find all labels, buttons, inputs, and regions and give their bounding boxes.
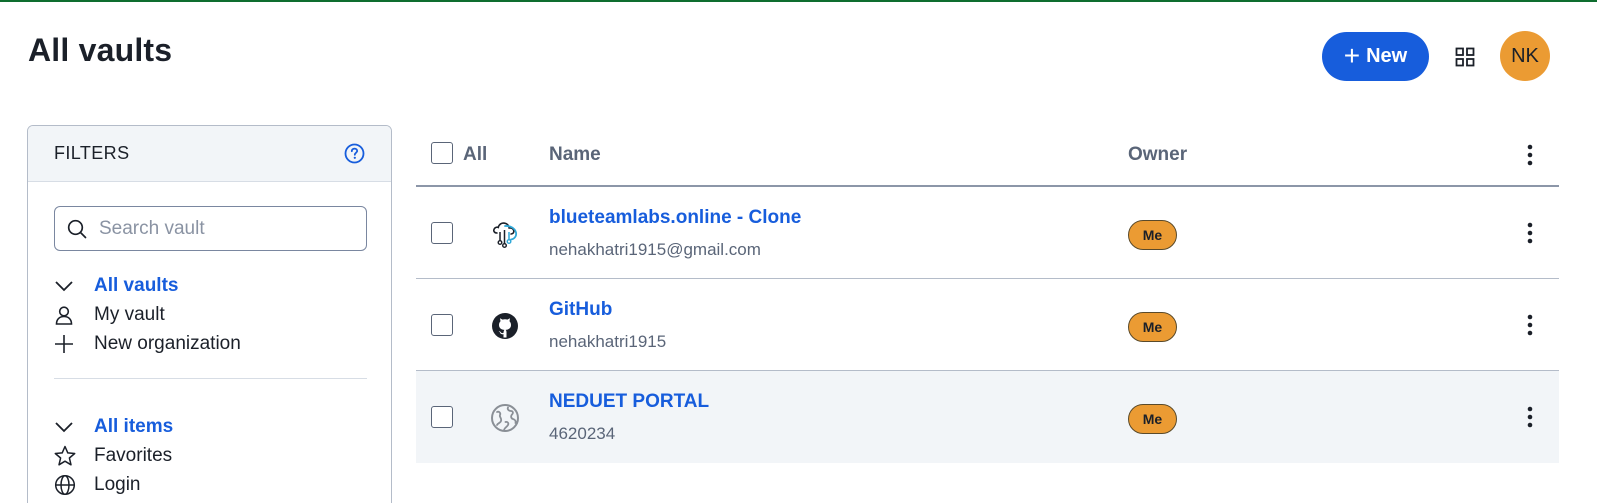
search-icon	[67, 219, 87, 238]
item-username: 4620234	[549, 424, 616, 443]
column-header-name[interactable]: Name	[549, 144, 601, 166]
row-checkbox[interactable]	[431, 314, 453, 341]
row-checkbox[interactable]	[431, 222, 453, 249]
vault-items-table: All Name Owner blueteamlabs.online - Clo…	[416, 125, 1559, 463]
row-options-button[interactable]	[1520, 310, 1540, 340]
item-name-link[interactable]: NEDUET PORTAL	[549, 391, 709, 413]
row-options-button[interactable]	[1520, 402, 1540, 432]
new-button-label: New	[1366, 45, 1408, 67]
tree-item-all-vaults[interactable]: All vaults	[54, 271, 374, 300]
table-header: All Name Owner	[416, 125, 1559, 187]
tree-item-favorites[interactable]: Favorites	[54, 441, 374, 470]
plus-icon	[54, 329, 80, 358]
new-button[interactable]: + New	[1322, 32, 1429, 81]
tree-item-new-organization[interactable]: New organization	[54, 329, 374, 358]
tree-item-label: My vault	[94, 303, 165, 325]
globe-icon	[54, 470, 80, 499]
row-checkbox[interactable]	[431, 406, 453, 433]
table-row[interactable]: NEDUET PORTAL 4620234 Me	[416, 371, 1559, 463]
column-header-all[interactable]: All	[463, 144, 487, 166]
item-name-link[interactable]: blueteamlabs.online - Clone	[549, 207, 801, 229]
column-header-owner[interactable]: Owner	[1128, 144, 1187, 166]
tree-item-all-items[interactable]: All items	[54, 412, 374, 441]
tree-item-label: Login	[94, 473, 141, 495]
chevron-down-icon[interactable]	[54, 412, 80, 441]
item-username: nehakhatri1915@gmail.com	[549, 240, 761, 259]
type-filter-tree: All items Favorites Login	[54, 412, 374, 499]
vault-filter-tree: All vaults My vault New organization	[54, 271, 374, 358]
owner-badge: Me	[1128, 220, 1177, 250]
tree-item-my-vault[interactable]: My vault	[54, 300, 374, 329]
tree-item-label: Favorites	[94, 444, 173, 466]
row-options-button[interactable]	[1520, 218, 1540, 248]
tree-item-label: All vaults	[94, 274, 179, 296]
item-username: nehakhatri1915	[549, 332, 667, 351]
grid-icon	[1455, 47, 1475, 67]
item-name-link[interactable]: GitHub	[549, 299, 612, 321]
filters-panel: FILTERS All vaults My vault	[27, 125, 392, 503]
tree-item-label: All items	[94, 415, 174, 437]
star-icon	[54, 441, 80, 470]
avatar[interactable]: NK	[1500, 31, 1550, 81]
top-accent-line	[0, 0, 1597, 2]
globe-icon	[488, 401, 522, 435]
site-favicon-icon	[488, 217, 522, 251]
search-field[interactable]	[54, 206, 367, 251]
kebab-menu-icon	[1527, 144, 1533, 166]
kebab-menu-icon	[1527, 314, 1533, 336]
tree-item-login[interactable]: Login	[54, 470, 374, 499]
table-row[interactable]: GitHub nehakhatri1915 Me	[416, 279, 1559, 371]
kebab-menu-icon	[1527, 222, 1533, 244]
table-row[interactable]: blueteamlabs.online - Clone nehakhatri19…	[416, 187, 1559, 279]
owner-badge: Me	[1128, 312, 1177, 342]
owner-badge: Me	[1128, 404, 1177, 434]
page-title: All vaults	[28, 32, 173, 68]
user-icon	[54, 300, 80, 329]
github-icon	[488, 309, 522, 343]
product-switcher-button[interactable]	[1451, 43, 1479, 71]
filters-title: FILTERS	[54, 143, 130, 163]
bulk-options-button[interactable]	[1520, 140, 1540, 170]
chevron-down-icon[interactable]	[54, 271, 80, 300]
filters-header: FILTERS	[28, 126, 391, 182]
filters-divider	[54, 378, 367, 379]
select-all-checkbox[interactable]	[431, 141, 453, 169]
help-button[interactable]	[343, 143, 365, 165]
search-input[interactable]	[99, 217, 349, 240]
tree-item-label: New organization	[94, 332, 241, 354]
plus-icon: +	[1343, 39, 1361, 71]
question-circle-icon	[344, 143, 364, 164]
kebab-menu-icon	[1527, 406, 1533, 428]
